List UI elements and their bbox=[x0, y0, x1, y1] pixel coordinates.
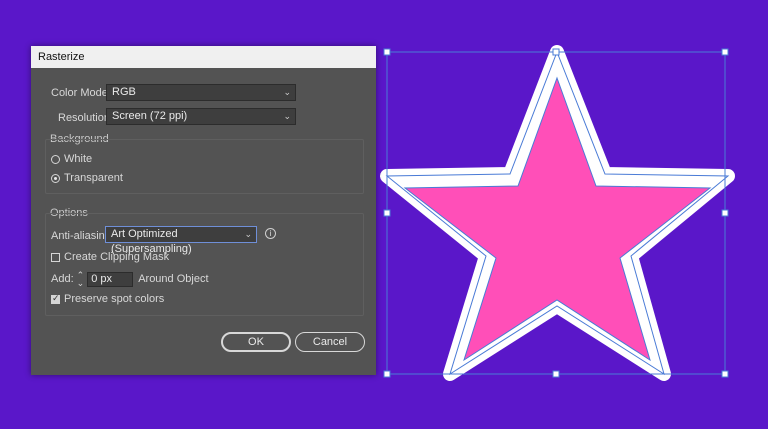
preserve-spot-colors-option[interactable]: Preserve spot colors bbox=[51, 293, 164, 305]
color-model-select[interactable]: RGB ⌄ bbox=[106, 84, 296, 101]
background-transparent-label: Transparent bbox=[64, 172, 123, 184]
handle-bottom-middle[interactable] bbox=[552, 370, 560, 378]
handle-middle-right[interactable] bbox=[721, 209, 729, 217]
create-clipping-mask-checkbox[interactable] bbox=[51, 252, 60, 262]
create-clipping-mask-option[interactable]: Create Clipping Mask bbox=[51, 251, 169, 263]
handle-top-left[interactable] bbox=[383, 48, 391, 56]
radio-transparent[interactable] bbox=[51, 173, 60, 183]
rasterize-dialog: Rasterize Color Model: RGB ⌄ Resolution:… bbox=[31, 46, 376, 375]
add-amount-input[interactable]: 0 px bbox=[87, 271, 134, 287]
ok-button[interactable]: OK bbox=[221, 332, 291, 352]
star-fill bbox=[403, 76, 712, 362]
color-model-value: RGB bbox=[112, 86, 136, 98]
background-white-label: White bbox=[64, 153, 93, 165]
resolution-select[interactable]: Screen (72 ppi) ⌄ bbox=[106, 108, 296, 125]
handle-bottom-right[interactable] bbox=[721, 370, 729, 378]
color-model-label: Color Model: bbox=[51, 87, 114, 99]
add-label: Add: bbox=[51, 273, 74, 285]
chevron-down-icon: ⌄ bbox=[244, 229, 252, 239]
preserve-spot-colors-checkbox[interactable] bbox=[51, 293, 60, 304]
background-white-option[interactable]: White bbox=[51, 153, 92, 165]
stepper-icon[interactable]: ⌃ ⌄ bbox=[77, 271, 85, 288]
preserve-spot-colors-label: Preserve spot colors bbox=[64, 293, 165, 305]
radio-white[interactable] bbox=[51, 154, 60, 164]
star-object[interactable] bbox=[380, 45, 735, 381]
handle-top-right[interactable] bbox=[721, 48, 729, 56]
handle-middle-left[interactable] bbox=[383, 209, 391, 217]
dialog-title: Rasterize bbox=[31, 46, 376, 68]
info-icon[interactable]: i bbox=[265, 228, 276, 239]
handle-top-middle[interactable] bbox=[552, 48, 560, 56]
background-transparent-option[interactable]: Transparent bbox=[51, 172, 123, 184]
resolution-value: Screen (72 ppi) bbox=[112, 110, 188, 122]
add-around-object-row: Add: ⌃ ⌄ 0 px Around Object bbox=[51, 271, 209, 288]
chevron-down-icon: ⌄ bbox=[283, 87, 291, 97]
chevron-down-icon: ⌄ bbox=[283, 111, 291, 121]
resolution-label: Resolution: bbox=[58, 112, 114, 124]
around-object-label: Around Object bbox=[138, 273, 209, 285]
handle-bottom-left[interactable] bbox=[383, 370, 391, 378]
create-clipping-mask-label: Create Clipping Mask bbox=[64, 251, 170, 263]
cancel-button[interactable]: Cancel bbox=[295, 332, 365, 352]
anti-aliasing-select[interactable]: Art Optimized (Supersampling) ⌄ bbox=[105, 226, 257, 255]
background-group bbox=[45, 139, 364, 194]
